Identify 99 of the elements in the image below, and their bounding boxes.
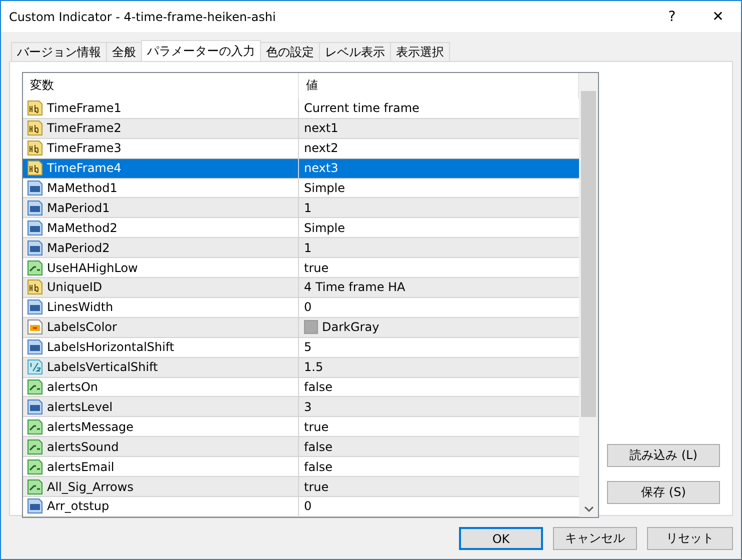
- toggle-type-icon: [27, 418, 43, 435]
- parameter-row[interactable]: LabelsVerticalShift 1.5: [23, 358, 579, 378]
- parameter-row[interactable]: LinesWidth 0: [23, 298, 579, 318]
- parameter-row[interactable]: MaMethod2 Simple: [23, 218, 579, 238]
- parameter-name: All_Sig_Arrows: [47, 480, 134, 494]
- parameter-value: next2: [304, 141, 338, 156]
- parameter-value: 5: [304, 340, 312, 354]
- number-type-icon: [27, 398, 43, 415]
- tab[interactable]: バージョン情報: [11, 42, 107, 61]
- parameter-row[interactable]: MaPeriod2 1: [23, 238, 579, 258]
- parameter-name: TimeFrame1: [47, 101, 122, 116]
- parameter-name: alertsMessage: [47, 420, 134, 434]
- parameter-name: MaMethod2: [47, 220, 118, 235]
- parameter-value: DarkGray: [322, 320, 380, 334]
- parameter-value: 1: [304, 240, 312, 255]
- parameter-row[interactable]: UseHAHighLow true: [23, 258, 579, 278]
- parameter-value: 1: [304, 200, 312, 215]
- parameter-value: next1: [304, 121, 338, 136]
- parameter-value: Current time frame: [304, 101, 420, 116]
- parameter-name: MaPeriod2: [47, 240, 110, 255]
- parameter-row[interactable]: alertsOn false: [23, 378, 579, 398]
- help-button[interactable]: ?: [649, 1, 695, 32]
- parameter-row[interactable]: alertsLevel 3: [23, 397, 579, 418]
- parameter-name: TimeFrame2: [47, 121, 122, 136]
- parameter-value: 0: [304, 300, 312, 314]
- parameter-name: MaPeriod1: [47, 200, 110, 215]
- parameter-value: false: [304, 380, 333, 394]
- parameter-row[interactable]: TimeFrame4 next3: [23, 158, 579, 178]
- toggle-type-icon: [27, 260, 43, 276]
- window-title: Custom Indicator - 4-time-frame-heiken-ashi: [9, 10, 277, 24]
- tab[interactable]: 表示選択: [390, 42, 450, 61]
- parameter-name: alertsOn: [47, 380, 98, 394]
- parameter-name: LabelsColor: [47, 320, 117, 334]
- number-type-icon: [27, 240, 43, 256]
- number-type-icon: [27, 498, 43, 514]
- parameter-name: Arr_otstup: [47, 499, 110, 514]
- parameter-row[interactable]: alertsMessage true: [23, 417, 579, 438]
- parameter-value: Simple: [304, 180, 345, 195]
- parameter-row[interactable]: TimeFrame2 next1: [23, 118, 579, 139]
- parameter-value: false: [304, 460, 333, 474]
- dialog-button[interactable]: キャンセル: [553, 527, 637, 550]
- number-type-icon: [27, 339, 43, 356]
- chevron-down-icon[interactable]: [584, 505, 594, 513]
- parameter-row[interactable]: MaMethod1 Simple: [23, 178, 579, 198]
- parameter-row[interactable]: LabelsHorizontalShift 5: [23, 338, 579, 358]
- parameter-name: LabelsHorizontalShift: [47, 340, 174, 354]
- parameter-row[interactable]: TimeFrame3 next2: [23, 138, 579, 159]
- side-button[interactable]: 保存 (S): [607, 481, 720, 504]
- parameter-name: UniqueID: [47, 280, 102, 294]
- parameter-value: next3: [304, 161, 338, 176]
- toggle-type-icon: [27, 478, 43, 495]
- parameter-value: 4 Time frame HA: [304, 280, 406, 294]
- parameter-name: TimeFrame4: [47, 161, 122, 176]
- number-type-icon: [27, 180, 43, 196]
- parameter-name: alertsEmail: [47, 460, 114, 474]
- parameter-row[interactable]: UniqueID 4 Time frame HA: [23, 278, 579, 298]
- number-type-icon: [27, 200, 43, 216]
- number-type-icon: [27, 220, 43, 236]
- parameter-value: true: [304, 480, 329, 494]
- parameter-name: MaMethod1: [47, 180, 118, 195]
- parameter-name: LinesWidth: [47, 300, 114, 314]
- text-type-icon: [27, 160, 43, 176]
- tab[interactable]: 色の設定: [260, 42, 320, 61]
- parameter-row[interactable]: Arr_otstup 0: [23, 497, 579, 517]
- side-button[interactable]: 読み込み (L): [607, 444, 720, 467]
- parameter-value: true: [304, 420, 329, 434]
- parameter-name: TimeFrame3: [47, 141, 122, 156]
- parameter-name: UseHAHighLow: [47, 260, 138, 275]
- color-type-icon: [27, 319, 43, 336]
- toggle-type-icon: [27, 438, 43, 455]
- tab[interactable]: パラメーターの入力: [141, 40, 261, 61]
- toggle-type-icon: [27, 379, 43, 396]
- fraction-type-icon: [27, 359, 43, 376]
- parameter-value: false: [304, 440, 333, 454]
- scrollbar[interactable]: [579, 73, 598, 517]
- tab[interactable]: レベル表示: [319, 42, 391, 61]
- toggle-type-icon: [27, 458, 43, 475]
- parameter-row[interactable]: TimeFrame1 Current time frame: [23, 98, 579, 119]
- parameter-value: 3: [304, 400, 312, 414]
- parameter-row[interactable]: alertsEmail false: [23, 457, 579, 478]
- dialog-button[interactable]: リセット: [647, 527, 733, 550]
- parameter-name: alertsLevel: [47, 400, 113, 414]
- dialog-button[interactable]: OK: [459, 527, 543, 550]
- parameter-row[interactable]: alertsSound false: [23, 437, 579, 458]
- close-button[interactable]: ✕: [695, 1, 741, 32]
- parameter-value: Simple: [304, 220, 345, 235]
- number-type-icon: [27, 299, 43, 316]
- parameter-value: 0: [304, 499, 312, 514]
- parameter-name: LabelsVerticalShift: [47, 360, 158, 374]
- parameter-row[interactable]: All_Sig_Arrows true: [23, 477, 579, 497]
- text-type-icon: [27, 100, 43, 116]
- parameter-value: true: [304, 260, 329, 275]
- parameter-row[interactable]: LabelsColor DarkGray: [23, 318, 579, 338]
- parameter-row[interactable]: MaPeriod1 1: [23, 198, 579, 218]
- parameter-value: 1.5: [304, 360, 324, 374]
- text-type-icon: [27, 140, 43, 156]
- text-type-icon: [27, 279, 43, 296]
- parameter-name: alertsSound: [47, 440, 119, 454]
- text-type-icon: [27, 120, 43, 136]
